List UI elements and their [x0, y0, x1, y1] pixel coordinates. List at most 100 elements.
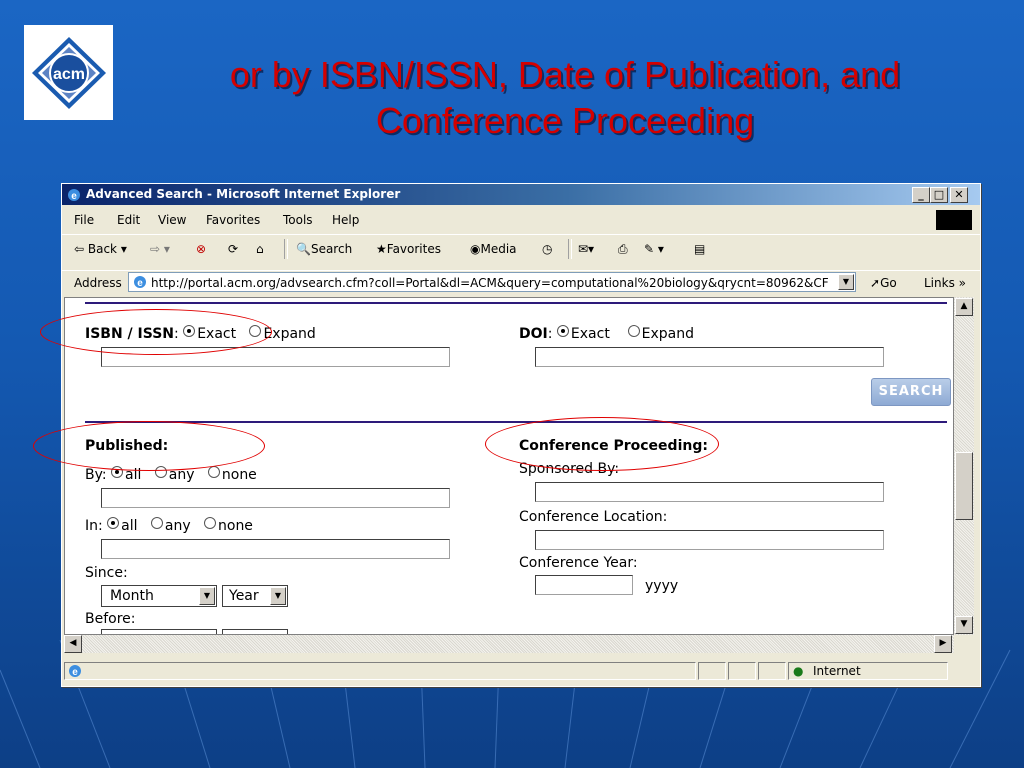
location-input[interactable] — [535, 530, 884, 550]
in-none-label: none — [218, 518, 253, 534]
slide-title-line1: or by ISBN/ISSN, Date of Publication, an… — [229, 54, 901, 95]
minimize-button[interactable]: _ — [912, 187, 930, 203]
conf-year-label: Conference Year: — [519, 555, 638, 571]
favorites-label: Favorites — [386, 242, 441, 256]
doi-input[interactable] — [535, 347, 884, 367]
mail-icon[interactable]: ✉▾ — [578, 242, 594, 256]
scroll-down-icon[interactable]: ▼ — [955, 616, 973, 634]
since-label: Since: — [85, 565, 128, 581]
divider-top — [85, 302, 947, 304]
in-any-label: any — [164, 518, 191, 534]
scroll-right-icon[interactable]: ▶ — [934, 635, 952, 653]
print-icon[interactable]: ⎙ — [618, 242, 628, 257]
favorites-button[interactable]: ★Favorites — [376, 242, 441, 256]
horizontal-scrollbar[interactable]: ◀ ▶ — [64, 635, 954, 653]
divider-middle — [85, 421, 947, 423]
since-year-value: Year — [229, 588, 259, 604]
scroll-left-icon[interactable]: ◀ — [64, 635, 82, 653]
published-in-row: In: all any none — [85, 517, 253, 534]
menu-bar: File Edit View Favorites Tools Help — [62, 208, 980, 230]
menu-tools[interactable]: Tools — [283, 213, 313, 227]
maximize-button[interactable]: □ — [930, 187, 948, 203]
go-label: Go — [880, 276, 897, 290]
svg-text:e: e — [137, 278, 143, 289]
scroll-up-icon[interactable]: ▲ — [955, 298, 973, 316]
windows-logo-icon — [936, 210, 972, 230]
chevron-down-icon[interactable]: ▼ — [838, 274, 854, 290]
search-submit-button[interactable]: SEARCH — [871, 378, 951, 406]
address-url: http://portal.acm.org/advsearch.cfm?coll… — [151, 276, 829, 290]
zone-label: Internet — [813, 664, 861, 678]
vertical-scrollbar[interactable]: ▲ ▼ — [954, 297, 974, 635]
go-button[interactable]: ➚Go — [870, 276, 897, 290]
doi-label: DOI — [519, 326, 548, 342]
menu-file[interactable]: File — [74, 213, 94, 227]
doi-row: DOI: Exact Expand — [519, 325, 694, 342]
since-month-select[interactable]: Month ▼ — [101, 585, 217, 607]
menu-edit[interactable]: Edit — [117, 213, 140, 227]
chevron-down-icon[interactable]: ▼ — [199, 587, 215, 605]
address-label: Address — [74, 276, 122, 290]
globe-icon: ● — [793, 664, 804, 678]
refresh-icon[interactable]: ⟳ — [228, 242, 238, 256]
edit-icon[interactable]: ✎ ▾ — [644, 242, 664, 256]
doi-exact-label: Exact — [570, 326, 610, 342]
stop-icon[interactable]: ⊗ — [196, 242, 206, 256]
in-label: In: — [85, 518, 103, 534]
window-titlebar[interactable]: e Advanced Search - Microsoft Internet E… — [62, 184, 980, 205]
doi-exact-radio[interactable] — [556, 325, 569, 337]
links-label: Links — [924, 276, 955, 290]
since-year-select[interactable]: Year ▼ — [222, 585, 288, 607]
status-main: e — [64, 662, 696, 680]
slide-title: or by ISBN/ISSN, Date of Publication, an… — [150, 52, 980, 144]
window-title: Advanced Search - Microsoft Internet Exp… — [86, 187, 401, 201]
media-label: Media — [480, 242, 517, 256]
toolbar: ⇦ Back ▾ ⇨ ▾ ⊗ ⟳ ⌂ 🔍Search ★Favorites ◉M… — [62, 234, 980, 261]
address-input[interactable]: e http://portal.acm.org/advsearch.cfm?co… — [128, 272, 856, 292]
location-label: Conference Location: — [519, 509, 668, 525]
doi-expand-label: Expand — [641, 326, 694, 342]
status-zone: ● Internet — [788, 662, 948, 680]
since-month-value: Month — [110, 588, 154, 604]
back-button[interactable]: ⇦ Back ▾ — [74, 242, 127, 256]
search-label: Search — [310, 242, 353, 256]
back-label: Back — [87, 242, 118, 256]
svg-text:e: e — [72, 667, 78, 678]
svg-text:acm: acm — [53, 66, 85, 83]
by-none-label: none — [221, 467, 257, 483]
history-icon[interactable]: ◷ — [542, 242, 552, 256]
forward-button[interactable]: ⇨ ▾ — [150, 242, 170, 256]
home-icon[interactable]: ⌂ — [256, 242, 264, 256]
acm-logo: acm — [24, 25, 113, 120]
menu-favorites[interactable]: Favorites — [206, 213, 260, 227]
in-any-radio[interactable] — [150, 517, 163, 529]
search-button[interactable]: 🔍Search — [296, 242, 352, 256]
svg-text:e: e — [71, 191, 77, 202]
by-none-radio[interactable] — [207, 466, 220, 478]
chevron-down-icon[interactable]: ▼ — [270, 587, 286, 605]
media-button[interactable]: ◉Media — [470, 242, 517, 256]
published-by-input[interactable] — [101, 488, 450, 508]
in-all-label: all — [121, 518, 138, 534]
before-label: Before: — [85, 611, 136, 627]
in-none-radio[interactable] — [204, 517, 216, 529]
menu-view[interactable]: View — [158, 213, 186, 227]
conf-year-hint: yyyy — [645, 578, 679, 594]
doi-expand-radio[interactable] — [627, 325, 640, 337]
ie-icon: e — [68, 189, 80, 202]
in-all-radio[interactable] — [107, 517, 120, 529]
page-status-icon: e — [69, 665, 81, 678]
published-in-input[interactable] — [101, 539, 450, 559]
conf-year-input[interactable] — [535, 575, 633, 595]
menu-help[interactable]: Help — [332, 213, 359, 227]
links-button[interactable]: Links » — [924, 276, 966, 290]
by-label: By: — [85, 467, 107, 483]
discuss-icon[interactable]: ▤ — [694, 242, 705, 256]
scroll-thumb[interactable] — [955, 452, 973, 520]
page-icon: e — [134, 276, 146, 289]
status-bar: e ● Internet — [62, 660, 980, 682]
address-bar: Address e http://portal.acm.org/advsearc… — [62, 270, 980, 295]
slide-title-line2: Conference Proceeding — [375, 100, 755, 141]
sponsored-input[interactable] — [535, 482, 884, 502]
close-button[interactable]: ✕ — [950, 187, 968, 203]
